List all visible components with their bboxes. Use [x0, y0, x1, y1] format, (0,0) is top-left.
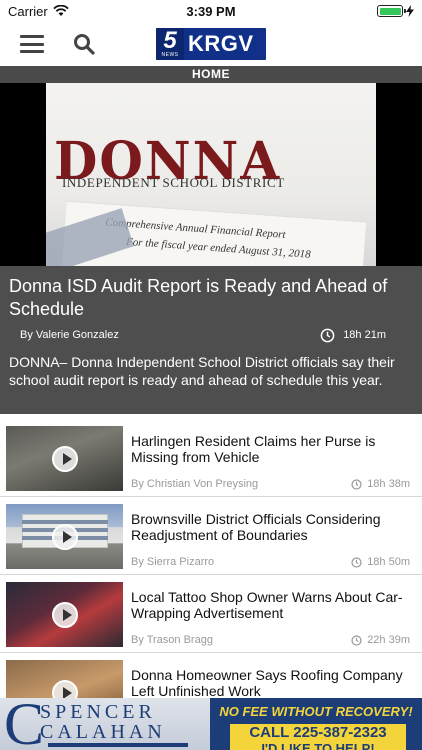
wifi-icon	[53, 5, 69, 16]
menu-button[interactable]	[20, 35, 44, 53]
story-title[interactable]: Brownsville District Officials Consideri…	[131, 511, 414, 543]
section-title: HOME	[0, 66, 422, 83]
story-time: 18h 38m	[367, 478, 410, 490]
featured-story-summary: DONNA– Donna Independent School District…	[9, 354, 395, 388]
battery-icon	[377, 5, 406, 17]
ad-logo-area: C SPENCER CALAHAN	[0, 698, 210, 750]
featured-story-image[interactable]: DONNA INDEPENDENT SCHOOL DISTRICT Compre…	[0, 83, 422, 266]
featured-story-title[interactable]: Donna ISD Audit Report is Ready and Ahea…	[9, 275, 410, 321]
app-header: 5 NEWS KRGV	[0, 22, 422, 66]
ad-text-area: NO FEE WITHOUT RECOVERY! CALL 225-387-23…	[210, 698, 422, 750]
featured-story-time: 18h 21m	[343, 329, 386, 341]
story-author: By Christian Von Preysing	[131, 478, 259, 490]
ad-underline	[48, 743, 188, 747]
featured-story-meta: By Valerie Gonzalez 18h 21m	[20, 327, 408, 343]
hero-photo: DONNA INDEPENDENT SCHOOL DISTRICT Compre…	[46, 83, 376, 266]
logo-badge: 5 NEWS	[156, 28, 184, 60]
story-title[interactable]: Harlingen Resident Claims her Purse is M…	[131, 433, 414, 465]
clock-icon	[320, 328, 335, 342]
carrier-label: Carrier	[8, 3, 48, 19]
play-icon[interactable]	[52, 602, 78, 628]
ad-phone: CALL 225-387-2323	[230, 724, 406, 742]
story-title[interactable]: Local Tattoo Shop Owner Warns About Car-…	[131, 589, 414, 621]
list-item[interactable]: Harlingen Resident Claims her Purse is M…	[0, 420, 422, 497]
photo-district-text: INDEPENDENT SCHOOL DISTRICT	[62, 175, 285, 190]
search-icon[interactable]	[72, 32, 96, 56]
banner-ad[interactable]: C SPENCER CALAHAN NO FEE WITHOUT RECOVER…	[0, 698, 422, 750]
ad-headline: NO FEE WITHOUT RECOVERY!	[219, 704, 413, 719]
story-meta: By Trason Bragg 22h 39m	[131, 634, 410, 646]
story-thumbnail[interactable]	[6, 582, 123, 647]
play-icon[interactable]	[52, 524, 78, 550]
list-item[interactable]: Brownsville District Officials Consideri…	[0, 498, 422, 575]
story-author: By Sierra Pizarro	[131, 556, 215, 568]
clock-icon	[351, 556, 362, 568]
ad-name-line1: SPENCER	[40, 701, 156, 723]
krgv-logo[interactable]: 5 NEWS KRGV	[156, 28, 266, 60]
menu-icon	[20, 35, 44, 38]
story-thumbnail[interactable]	[6, 426, 123, 491]
logo-text: KRGV	[188, 31, 254, 56]
featured-story[interactable]: DONNA INDEPENDENT SCHOOL DISTRICT Compre…	[0, 83, 422, 414]
story-title[interactable]: Donna Homeowner Says Roofing Company Lef…	[131, 667, 414, 699]
clock-icon	[351, 634, 362, 646]
play-icon[interactable]	[52, 446, 78, 472]
ad-name-line2: CALAHAN	[40, 721, 166, 743]
status-bar: Carrier 3:39 PM	[0, 0, 422, 22]
logo-small-text: NEWS	[161, 52, 179, 58]
ad-tagline: I'D LIKE TO HELP!	[230, 742, 406, 750]
charging-icon	[406, 5, 414, 17]
list-item[interactable]: Local Tattoo Shop Owner Warns About Car-…	[0, 576, 422, 653]
clock-icon	[351, 478, 362, 490]
featured-story-author: By Valerie Gonzalez	[20, 329, 119, 341]
story-time: 18h 50m	[367, 556, 410, 568]
story-time: 22h 39m	[367, 634, 410, 646]
story-meta: By Sierra Pizarro 18h 50m	[131, 556, 410, 568]
ad-monogram: C	[4, 698, 45, 750]
story-thumbnail[interactable]	[6, 504, 123, 569]
logo-number: 5	[163, 28, 177, 54]
story-author: By Trason Bragg	[131, 634, 213, 646]
story-meta: By Christian Von Preysing 18h 38m	[131, 478, 410, 490]
